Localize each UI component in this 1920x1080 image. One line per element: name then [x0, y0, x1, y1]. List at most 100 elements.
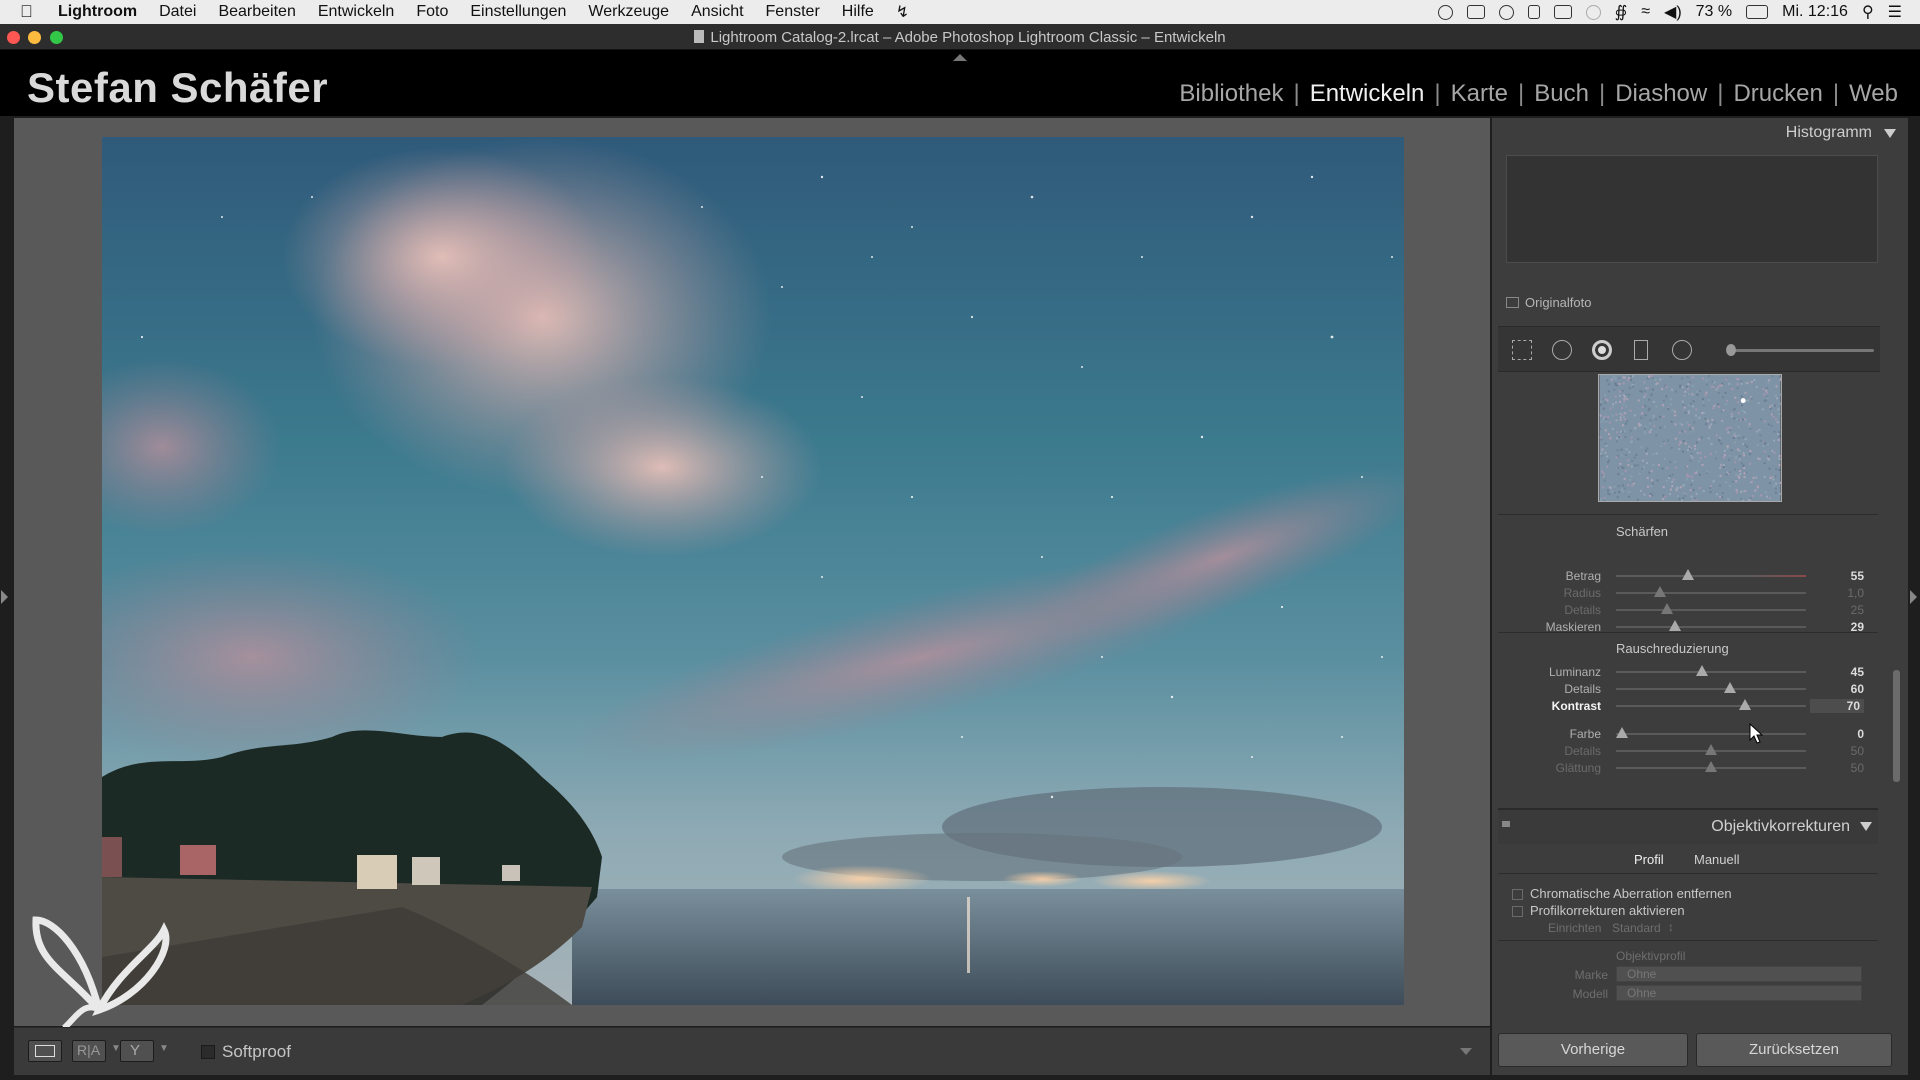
menu-foto[interactable]: Foto [416, 3, 448, 21]
module-drucken[interactable]: Drucken [1723, 80, 1832, 108]
slider-value[interactable]: 70 [1810, 699, 1864, 713]
slider-knob[interactable] [1615, 727, 1628, 738]
slider-value[interactable]: 60 [1810, 682, 1864, 696]
module-entwickeln[interactable]: Entwickeln [1300, 80, 1435, 108]
volume-icon[interactable]: ◀) [1664, 2, 1682, 22]
menu-entwickeln[interactable]: Entwickeln [318, 3, 394, 21]
wifi-icon[interactable]: ≈ [1641, 3, 1650, 21]
slider-value[interactable]: 1,0 [1810, 586, 1864, 600]
module-karte[interactable]: Karte [1441, 80, 1518, 108]
slider-track[interactable] [1616, 665, 1806, 676]
slider-knob[interactable] [1653, 586, 1666, 597]
right-panel-scrollbar[interactable] [1893, 670, 1900, 782]
menu-werkzeuge[interactable]: Werkzeuge [588, 3, 669, 21]
slider-knob[interactable] [1682, 569, 1695, 580]
histogram-header[interactable]: Histogramm [1498, 118, 1902, 148]
module-web[interactable]: Web [1839, 80, 1908, 108]
module-buch[interactable]: Buch [1524, 80, 1599, 108]
slider-track[interactable] [1616, 569, 1806, 580]
original-photo-checkbox[interactable] [1506, 297, 1519, 308]
histogram-display[interactable] [1506, 155, 1878, 263]
slider-value[interactable]: 50 [1810, 761, 1864, 775]
make-select[interactable]: Ohne [1616, 966, 1862, 982]
slider-track[interactable] [1615, 727, 1806, 738]
slider-knob[interactable] [1695, 665, 1708, 676]
collapse-right-panel-icon[interactable] [1910, 590, 1917, 604]
slider-track[interactable] [1616, 586, 1806, 597]
reset-button[interactable]: Zurücksetzen [1696, 1033, 1892, 1067]
setup-stepper-icon[interactable]: ↕ [1668, 920, 1674, 934]
slider-knob[interactable] [1705, 761, 1717, 772]
menu-fenster[interactable]: Fenster [766, 3, 820, 21]
photo-preview[interactable] [102, 137, 1404, 1005]
slider-value[interactable]: 45 [1810, 665, 1864, 679]
airplay-icon[interactable] [1553, 5, 1572, 19]
crop-tool-icon[interactable] [1512, 340, 1532, 360]
module-bibliothek[interactable]: Bibliothek [1169, 80, 1293, 108]
collapse-top-panel-icon[interactable] [953, 54, 967, 61]
slider-knob[interactable] [1739, 699, 1752, 710]
menu-app-lightroom[interactable]: Lightroom [58, 3, 137, 21]
graduated-filter-icon[interactable] [1634, 340, 1648, 360]
record-icon[interactable] [1437, 4, 1453, 20]
menu-datei[interactable]: Datei [159, 3, 196, 21]
bluetooth-icon[interactable]: ∯ [1615, 2, 1628, 22]
spot-removal-tool-icon[interactable] [1552, 340, 1572, 360]
menu-ansicht[interactable]: Ansicht [691, 3, 743, 21]
bookmark-icon[interactable] [1527, 5, 1540, 19]
toolbar-options-dropdown-icon[interactable] [1460, 1048, 1472, 1055]
collapse-triangle-icon[interactable] [1884, 129, 1896, 138]
clock[interactable]: Mi. 12:16 [1782, 3, 1848, 21]
menu-bearbeiten[interactable]: Bearbeiten [218, 3, 295, 21]
script-icon[interactable]: ↯ [896, 2, 909, 22]
tab-manuell[interactable]: Manuell [1694, 852, 1740, 867]
slider-value[interactable]: 50 [1810, 744, 1864, 758]
slider-track[interactable] [1616, 761, 1806, 772]
red-eye-tool-icon[interactable] [1592, 340, 1612, 360]
slider-track[interactable] [1616, 699, 1806, 710]
profile-corrections-checkbox[interactable] [1512, 906, 1523, 917]
develop-panels-scroll[interactable]: Schärfen Betrag 55 Radius 1,0 Details 25 Maski… [1498, 374, 1878, 1074]
slider-value[interactable]: 25 [1810, 603, 1864, 617]
slider-value[interactable]: 55 [1810, 569, 1864, 583]
apple-menu-icon[interactable]:  [20, 2, 40, 22]
detail-preview-thumbnail[interactable] [1598, 374, 1782, 502]
slider-value[interactable]: 0 [1810, 727, 1864, 741]
expand-left-panel-icon[interactable] [1, 590, 8, 604]
tab-profil[interactable]: Profil [1634, 852, 1664, 867]
collapse-triangle-icon[interactable] [1860, 822, 1872, 831]
softproof-checkbox[interactable] [201, 1045, 215, 1059]
slider-track[interactable] [1616, 744, 1806, 755]
spotlight-search-icon[interactable]: ⚲ [1862, 2, 1874, 22]
chromatic-aberration-checkbox[interactable] [1512, 889, 1523, 900]
menu-einstellungen[interactable]: Einstellungen [470, 3, 566, 21]
battery-icon[interactable] [1746, 5, 1769, 19]
slider-track[interactable] [1616, 620, 1806, 631]
before-after-split-button[interactable]: Y [120, 1040, 154, 1062]
model-select[interactable]: Ohne [1616, 985, 1862, 1001]
slider-knob[interactable] [1661, 603, 1674, 614]
radial-filter-icon[interactable] [1672, 340, 1692, 360]
adjustment-brush-slider[interactable] [1726, 344, 1874, 356]
module-diashow[interactable]: Diashow [1605, 80, 1717, 108]
setup-value[interactable]: Standard [1612, 921, 1661, 935]
slider-knob[interactable] [1668, 620, 1681, 631]
loupe-view-button[interactable] [28, 1040, 62, 1062]
notification-center-icon[interactable]: ☰ [1888, 2, 1902, 22]
slider-knob[interactable] [1705, 744, 1717, 755]
menu-hilfe[interactable]: Hilfe [842, 3, 874, 21]
slider-track[interactable] [1616, 603, 1806, 614]
time-machine-icon[interactable] [1585, 4, 1601, 20]
panel-switch-icon[interactable] [1502, 821, 1510, 827]
slider-track[interactable] [1616, 682, 1806, 693]
split-dropdown-icon[interactable]: ▼ [159, 1043, 169, 1054]
image-workspace[interactable] [14, 118, 1490, 1026]
creative-cloud-icon[interactable] [1498, 4, 1514, 20]
previous-button[interactable]: Vorherige [1498, 1033, 1688, 1067]
bookmark-app-icon[interactable] [1466, 5, 1485, 19]
noise-pixel [1633, 456, 1636, 459]
slider-knob[interactable] [1724, 682, 1736, 693]
before-after-button[interactable]: R|A [72, 1040, 106, 1062]
brush-slider-knob[interactable] [1726, 344, 1736, 356]
lens-corrections-header[interactable]: Objektivkorrekturen [1498, 810, 1878, 844]
